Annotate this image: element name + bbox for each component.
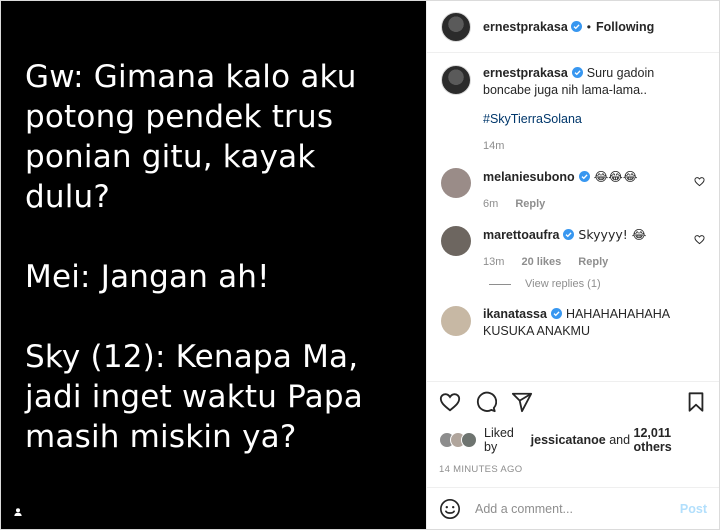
post-modal: Gw: Gimana kalo aku potong pendek trus p…: [0, 0, 720, 530]
comment-time[interactable]: 6m: [483, 198, 498, 210]
comment-body: 😂😂😂: [593, 169, 638, 184]
following-button[interactable]: Following: [596, 20, 654, 34]
commenter-avatar[interactable]: [441, 306, 471, 336]
commenter-username[interactable]: ikanatassa: [483, 307, 547, 321]
author-username[interactable]: ernestprakasa: [483, 20, 568, 34]
share-paper-plane-icon[interactable]: [511, 391, 533, 413]
comment: marettoaufra Skyyyy! 😂 13m 20 likes Reply: [441, 226, 707, 268]
commenter-username[interactable]: marettoaufra: [483, 228, 559, 242]
verified-badge-icon: [570, 21, 582, 32]
comment-meta: 13m 20 likes Reply: [483, 256, 691, 268]
caption-meta: 14m: [483, 140, 691, 152]
comment-text: melaniesubono 😂😂😂: [483, 168, 691, 186]
caption-avatar[interactable]: [441, 65, 471, 95]
header-separator: •: [586, 19, 591, 34]
commenter-avatar[interactable]: [441, 168, 471, 198]
add-comment-input[interactable]: [475, 501, 680, 516]
caption-time[interactable]: 14m: [483, 140, 504, 152]
comment-meta: 6m Reply: [483, 198, 691, 210]
comment-text: marettoaufra Skyyyy! 😂: [483, 226, 691, 244]
image-text-line-3: Sky (12): Kenapa Ma, jadi inget waktu Pa…: [25, 339, 363, 455]
comment: ikanatassa HAHAHAHAHAHA KUSUKA ANAKMU: [441, 306, 707, 340]
like-heart-icon[interactable]: [439, 391, 461, 413]
replies-divider: [489, 283, 511, 285]
image-text-line-1: Gw: Gimana kalo aku potong pendek trus p…: [25, 59, 357, 215]
post-image[interactable]: Gw: Gimana kalo aku potong pendek trus p…: [1, 1, 426, 529]
liker-avatar: [461, 432, 477, 448]
like-comment-heart-icon[interactable]: [694, 176, 705, 187]
likes-count[interactable]: 12,011 others: [634, 426, 707, 454]
comments-list: ernestprakasa Suru gadoin boncabe juga ni…: [427, 53, 719, 381]
post-timestamp[interactable]: 14 MINUTES AGO: [439, 464, 707, 475]
commenter-username[interactable]: melaniesubono: [483, 170, 575, 184]
liker-avatars[interactable]: [439, 432, 477, 448]
comment-body: Skyyyy! 😂: [578, 227, 647, 242]
verified-badge-icon: [550, 308, 562, 319]
hashtag-link[interactable]: #SkyTierraSolana: [483, 111, 691, 128]
reply-button[interactable]: Reply: [515, 198, 545, 210]
comment: melaniesubono 😂😂😂 6m Reply: [441, 168, 707, 210]
author-avatar[interactable]: [441, 11, 471, 42]
reply-button[interactable]: Reply: [578, 256, 608, 268]
caption-text: ernestprakasa Suru gadoin boncabe juga ni…: [483, 65, 691, 128]
likes-summary: Liked by jessicatanoe and 12,011 others: [439, 426, 707, 454]
comment-likes[interactable]: 20 likes: [521, 256, 561, 268]
liked-by-user[interactable]: jessicatanoe: [531, 433, 606, 447]
post-comment-button[interactable]: Post: [680, 502, 707, 516]
post-actions: Liked by jessicatanoe and 12,011 others …: [427, 381, 719, 475]
verified-badge-icon: [578, 171, 590, 182]
post-image-text: Gw: Gimana kalo aku potong pendek trus p…: [25, 57, 412, 457]
liked-by-prefix: Liked by: [484, 426, 514, 454]
caption-username[interactable]: ernestprakasa: [483, 66, 568, 80]
post-header: ernestprakasa • Following: [427, 1, 719, 53]
post-sidebar: ernestprakasa • Following ernestprakasa S…: [426, 1, 719, 529]
comment-text: ikanatassa HAHAHAHAHAHA KUSUKA ANAKMU: [483, 306, 691, 340]
verified-badge-icon: [571, 67, 583, 78]
commenter-avatar[interactable]: [441, 226, 471, 256]
like-comment-heart-icon[interactable]: [694, 234, 705, 245]
verified-badge-icon: [563, 229, 575, 240]
comment-time[interactable]: 13m: [483, 256, 504, 268]
caption: ernestprakasa Suru gadoin boncabe juga ni…: [441, 65, 707, 152]
view-replies-label: View replies (1): [525, 278, 601, 290]
comment-bubble-icon[interactable]: [475, 391, 497, 413]
bookmark-icon[interactable]: [685, 391, 707, 413]
liked-by-and: and: [609, 433, 631, 447]
image-text-line-2: Mei: Jangan ah!: [25, 259, 270, 295]
action-bar: [439, 390, 707, 414]
add-comment-bar: Post: [427, 487, 719, 529]
emoji-smiley-icon[interactable]: [439, 498, 461, 520]
view-replies-button[interactable]: View replies (1): [489, 278, 707, 290]
user-tag-icon[interactable]: [11, 505, 25, 519]
